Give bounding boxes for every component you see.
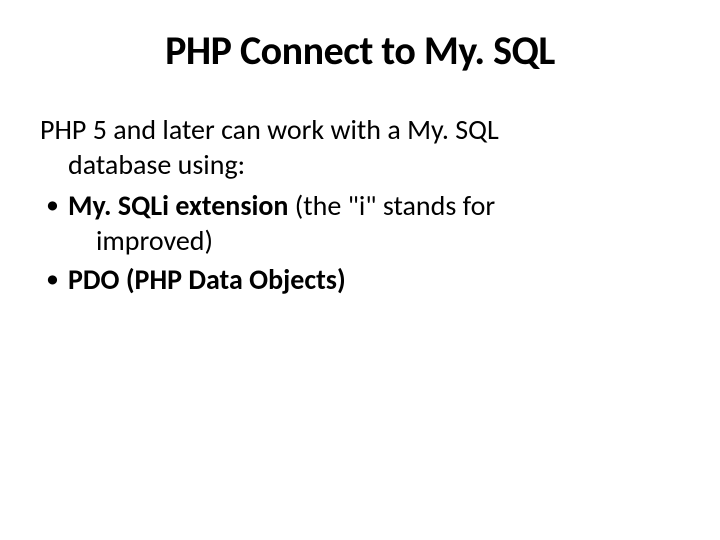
slide: PHP Connect to My. SQL PHP 5 and later c… bbox=[0, 0, 720, 540]
bullet-bold: PDO (PHP Data Objects) bbox=[68, 262, 346, 297]
list-item: PDO (PHP Data Objects) bbox=[40, 262, 680, 297]
bullet-bold: My. SQLi extension bbox=[68, 188, 288, 223]
intro-text: PHP 5 and later can work with a My. SQL … bbox=[40, 112, 680, 182]
intro-line-1: PHP 5 and later can work with a My. SQL bbox=[40, 112, 680, 147]
list-item: My. SQLi extension (the "i" stands for i… bbox=[40, 188, 680, 258]
slide-title: PHP Connect to My. SQL bbox=[40, 28, 680, 74]
bullet-rest: (the "i" stands for bbox=[288, 188, 495, 223]
bullet-list: My. SQLi extension (the "i" stands for i… bbox=[40, 188, 680, 297]
intro-line-2: database using: bbox=[40, 147, 680, 182]
bullet-continuation: improved) bbox=[68, 223, 680, 258]
slide-body: PHP 5 and later can work with a My. SQL … bbox=[40, 112, 680, 297]
